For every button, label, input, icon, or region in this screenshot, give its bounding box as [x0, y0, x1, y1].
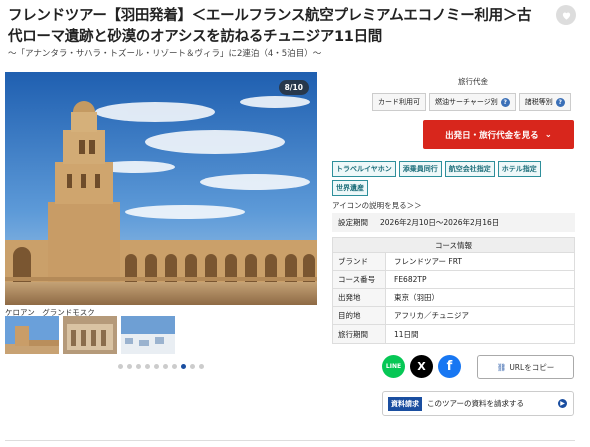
tag-item[interactable]: ホテル指定 — [497, 161, 541, 177]
page-title: フレンドツアー【羽田発着】＜エールフランス航空プレミアムエコノミー利用＞古代ロー… — [8, 8, 532, 45]
arrow-right-icon: ▶ — [558, 399, 567, 408]
divider — [5, 440, 575, 441]
thumbnail-2[interactable] — [63, 316, 117, 354]
thumbnail-strip — [5, 316, 175, 354]
card-payment-badge[interactable]: カード利用可 — [372, 93, 426, 111]
pagination-dot[interactable] — [145, 364, 150, 369]
fee-heading: 旅行代金 — [458, 77, 488, 86]
pagination-dot[interactable] — [127, 364, 132, 369]
pagination-dot[interactable] — [136, 364, 141, 369]
chevron-down-icon: ⌄ — [544, 129, 552, 140]
line-share-icon[interactable]: LINE — [382, 355, 405, 378]
fuel-surcharge-badge[interactable]: 燃油サーチャージ別? — [429, 93, 516, 111]
tag-item[interactable]: トラベルイヤホン — [332, 161, 396, 177]
pagination-dot[interactable] — [118, 364, 123, 369]
fee-options: カード利用可 燃油サーチャージ別? 諸税等別? — [372, 93, 571, 111]
request-brochure-button[interactable]: 資料請求 このツアーの資料を請求する ▶ — [382, 391, 574, 416]
pagination-dot[interactable] — [154, 364, 159, 369]
table-row: コース番号 FE682TP — [333, 271, 574, 289]
link-icon: ⛓ — [496, 362, 507, 372]
pagination-dot[interactable] — [172, 364, 177, 369]
period-value: 2026年2月10日～2026年2月16日 — [380, 218, 500, 227]
pagination-dot[interactable] — [190, 364, 195, 369]
thumbnail-1[interactable] — [5, 316, 59, 354]
x-share-icon[interactable]: X — [410, 355, 433, 378]
help-icon[interactable]: ? — [500, 97, 510, 107]
request-badge: 資料請求 — [388, 396, 422, 411]
thumbnail-3[interactable] — [121, 316, 175, 354]
set-period: 設定期間 2026年2月10日～2026年2月16日 — [332, 213, 575, 232]
heart-icon — [562, 12, 570, 20]
pagination-dot[interactable] — [163, 364, 168, 369]
help-icon[interactable]: ? — [555, 97, 565, 107]
course-info-header: コース情報 — [333, 238, 574, 253]
course-info-table: コース情報 ブランド フレンドツアー FRT コース番号 FE682TP 出発地 東京… — [332, 237, 575, 344]
pagination-dot[interactable] — [181, 364, 186, 369]
tag-item[interactable]: 世界遺産 — [332, 180, 368, 196]
show-dates-prices-button[interactable]: 出発日・旅行代金を見る ⌄ — [423, 120, 574, 149]
page-subtitle: ～「アナンタラ・サハラ・トズール・リゾート＆ヴィラ」に2連泊（4・5泊目）～ — [8, 49, 322, 59]
gallery-pagination — [118, 364, 204, 369]
table-row: ブランド フレンドツアー FRT — [333, 253, 574, 271]
tag-item[interactable]: 航空会社指定 — [444, 161, 495, 177]
copy-url-button[interactable]: ⛓ URLをコピー — [477, 355, 574, 379]
tour-tags: トラベルイヤホン 添乗員同行 航空会社指定 ホテル指定 世界遺産 — [332, 161, 562, 196]
favorite-button[interactable] — [556, 5, 576, 25]
taxes-badge[interactable]: 諸税等別? — [518, 93, 571, 111]
period-label: 設定期間 — [338, 218, 368, 227]
main-photo[interactable]: 8/10 — [5, 72, 317, 305]
share-buttons: LINE X f — [382, 355, 461, 378]
facebook-share-icon[interactable]: f — [438, 355, 461, 378]
table-row: 旅行期間 11日間 — [333, 325, 574, 343]
table-row: 目的地 アフリカ／チュニジア — [333, 307, 574, 325]
tag-item[interactable]: 添乗員同行 — [398, 161, 442, 177]
icon-explanation-link[interactable]: アイコンの説明を見る＞＞ — [332, 200, 422, 211]
table-row: 出発地 東京（羽田） — [333, 289, 574, 307]
request-label: このツアーの資料を請求する — [427, 399, 525, 408]
mosque-photo — [5, 72, 317, 305]
image-counter: 8/10 — [278, 80, 309, 95]
pagination-dot[interactable] — [199, 364, 204, 369]
